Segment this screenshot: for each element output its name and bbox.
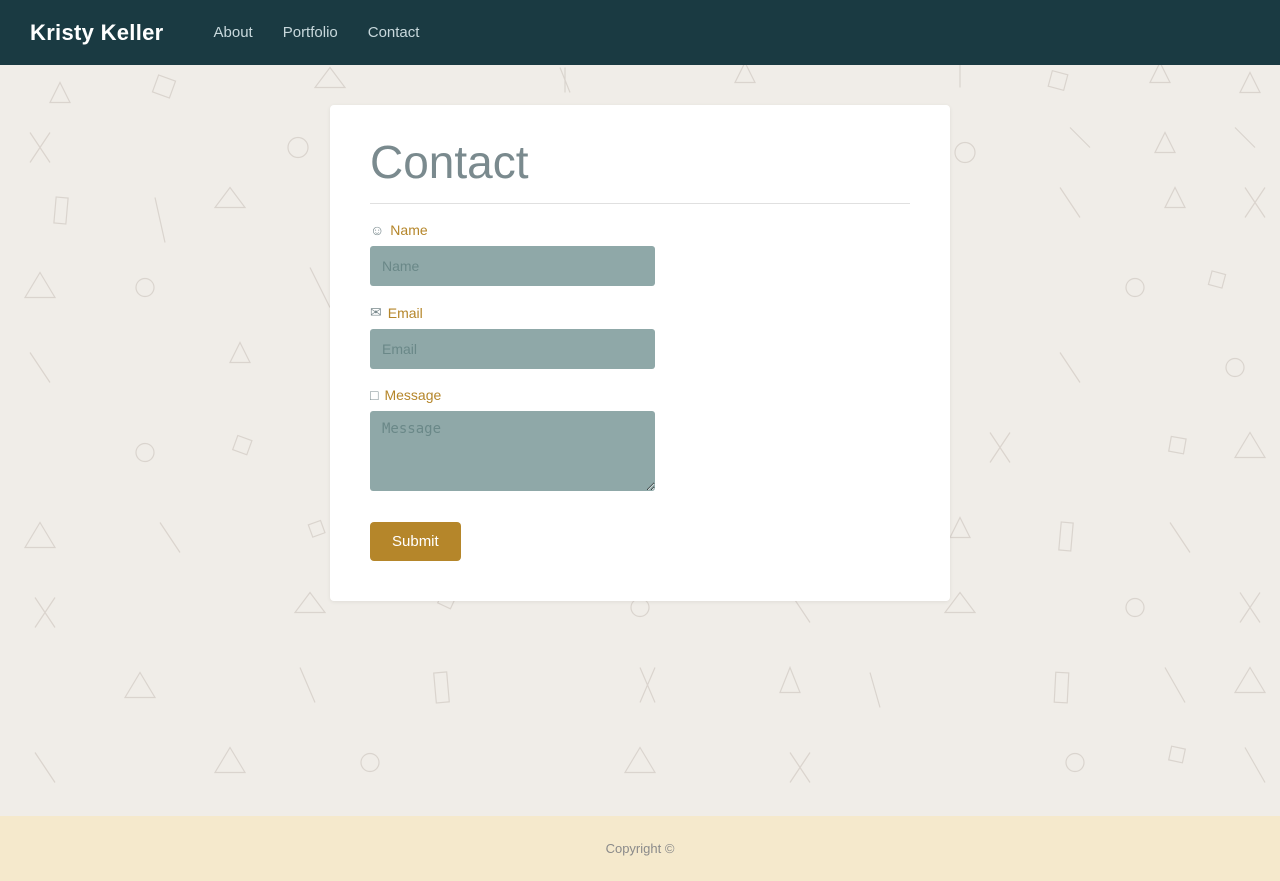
contact-title: Contact bbox=[370, 135, 910, 204]
submit-button[interactable]: Submit bbox=[370, 522, 461, 561]
email-form-group: ✉ Email bbox=[370, 304, 910, 369]
footer: Copyright © bbox=[0, 816, 1280, 881]
name-label: ☺ Name bbox=[370, 222, 910, 238]
comment-icon: □ bbox=[370, 387, 378, 403]
contact-card: Contact ☺ Name ✉ Email bbox=[330, 105, 950, 601]
envelope-icon: ✉ bbox=[370, 304, 382, 321]
main-content: Contact ☺ Name ✉ Email bbox=[0, 65, 1280, 816]
message-label: □ Message bbox=[370, 387, 910, 403]
nav-link-contact[interactable]: Contact bbox=[368, 24, 420, 41]
contact-form: ☺ Name ✉ Email □ Message bbox=[370, 222, 910, 561]
name-input[interactable] bbox=[370, 246, 655, 286]
email-input[interactable] bbox=[370, 329, 655, 369]
message-form-group: □ Message bbox=[370, 387, 910, 496]
navbar: Kristy Keller About Portfolio Contact bbox=[0, 0, 1280, 65]
copyright-text: Copyright © bbox=[606, 841, 675, 856]
person-icon: ☺ bbox=[370, 222, 384, 238]
nav-link-about[interactable]: About bbox=[214, 24, 253, 41]
name-form-group: ☺ Name bbox=[370, 222, 910, 286]
message-textarea[interactable] bbox=[370, 411, 655, 491]
nav-brand: Kristy Keller bbox=[30, 20, 164, 46]
email-label: ✉ Email bbox=[370, 304, 910, 321]
nav-link-portfolio[interactable]: Portfolio bbox=[283, 24, 338, 41]
